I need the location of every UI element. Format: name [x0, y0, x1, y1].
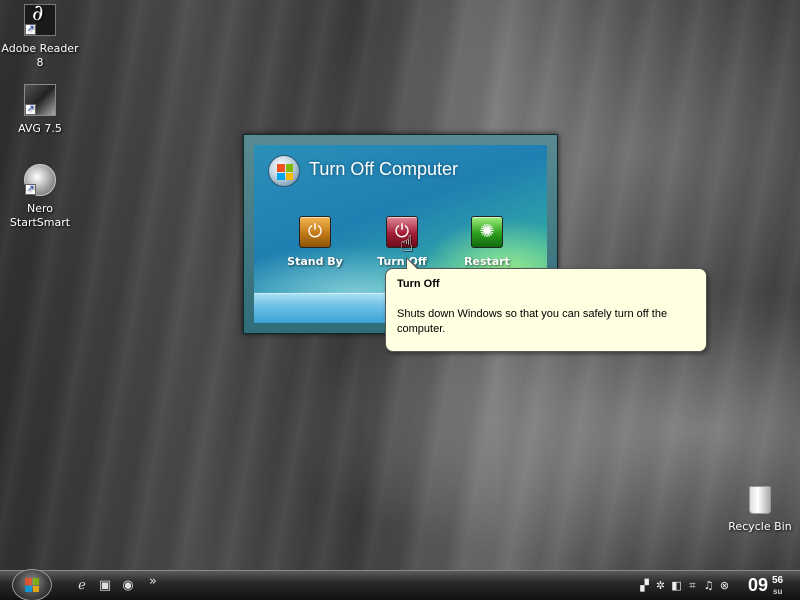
tooltip-text: Shuts down Windows so that you can safel… [397, 308, 668, 335]
nero-icon: ↗ [24, 164, 56, 196]
clock-minute: 56 [772, 575, 784, 586]
start-button[interactable] [12, 569, 52, 600]
desktop-icon-label: AVG 7.5 [18, 122, 62, 135]
clock-day: su [773, 587, 783, 596]
ie-icon[interactable]: ℯ [74, 578, 90, 594]
tooltip-title: Turn Off [397, 278, 440, 290]
media-icon[interactable]: ◉ [120, 578, 136, 594]
network-icon[interactable]: ▞ [638, 579, 651, 592]
settings-icon[interactable]: ✲ [654, 579, 667, 592]
desktop-icon-nero[interactable]: ↗ Nero StartSmart [0, 164, 80, 230]
desktop-icon-recycle-bin[interactable]: Recycle Bin [720, 486, 800, 534]
windows-flag-icon [25, 578, 39, 592]
recycle-bin-icon [749, 486, 771, 514]
power-icon: ⏻ [307, 221, 323, 242]
restart-label[interactable]: Restart [442, 255, 532, 268]
hand-cursor-icon: ☝ [400, 232, 414, 257]
desktop-icon-label: Adobe Reader 8 [1, 42, 79, 69]
restart-button[interactable]: ✺ [471, 216, 503, 248]
monitor-icon[interactable]: ◧ [670, 579, 683, 592]
desktop-icon-label: Nero StartSmart [9, 202, 71, 229]
desktop-icon-label: Recycle Bin [728, 520, 792, 533]
usb-icon[interactable]: ⌗ [686, 579, 699, 592]
dialog-title: Turn Off Computer [309, 159, 459, 179]
desktop-icon-adobe-reader[interactable]: ↗ Adobe Reader 8 [0, 4, 80, 70]
quick-launch-overflow-button[interactable]: » [145, 574, 161, 590]
avg-icon: ↗ [24, 84, 56, 116]
windows-logo-icon [268, 155, 300, 187]
adobe-reader-icon: ↗ [24, 4, 56, 36]
show-desktop-icon[interactable]: ▣ [97, 578, 113, 594]
stand-by-button[interactable]: ⏻ [299, 216, 331, 248]
stand-by-label[interactable]: Stand By [270, 255, 360, 268]
taskbar: ℯ ▣ ◉ » ▞ ✲ ◧ ⌗ ♫ ⊗ 09 56 su [0, 569, 800, 600]
taskbar-clock[interactable]: 09 56 su [748, 575, 783, 596]
antivirus-icon[interactable]: ⊗ [718, 579, 731, 592]
volume-icon[interactable]: ♫ [702, 579, 715, 592]
restart-icon: ✺ [479, 221, 495, 242]
tooltip-pointer [406, 257, 420, 270]
clock-hour: 09 [748, 575, 769, 595]
desktop-icon-avg[interactable]: ↗ AVG 7.5 [0, 84, 80, 136]
turn-off-tooltip: Turn Off Shuts down Windows so that you … [385, 257, 707, 352]
